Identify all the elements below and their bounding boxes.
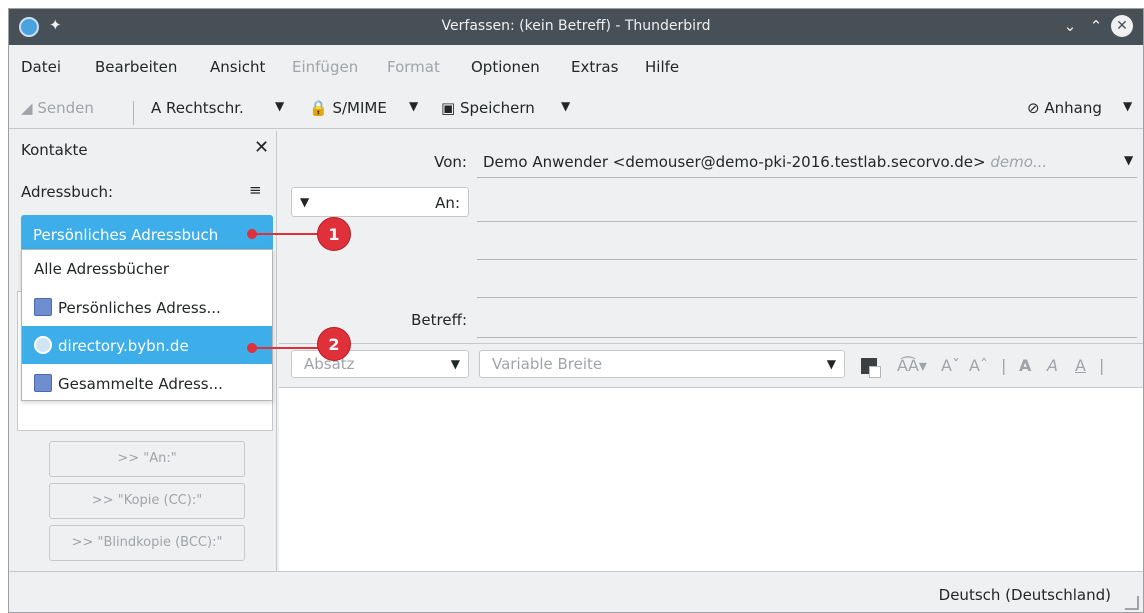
recipient-type-select[interactable]: ▼ An: <box>291 187 469 217</box>
callout-line <box>252 347 320 349</box>
font-select[interactable]: Variable Breite ▼ <box>479 350 845 378</box>
add-to-button[interactable]: >> "An:" <box>49 441 245 477</box>
callout-badge-1: 1 <box>317 217 351 251</box>
add-cc-button[interactable]: >> "Kopie (CC):" <box>49 483 245 519</box>
compose-area: Von: Demo Anwender <demouser@demo-pki-20… <box>279 131 1143 571</box>
resize-grip-icon[interactable] <box>1125 596 1139 610</box>
chevron-down-icon: ▼ <box>826 357 836 371</box>
italic-icon[interactable]: A <box>1047 356 1058 375</box>
smime-button[interactable]: 🔒 S/MIME <box>309 99 387 117</box>
subject-field[interactable] <box>477 337 1137 338</box>
language-status[interactable]: Deutsch (Deutschland) <box>939 586 1111 604</box>
dropdown-item-collected[interactable]: Gesammelte Adress... <box>22 364 272 402</box>
to-field[interactable] <box>477 221 1137 222</box>
attach-dropdown-icon[interactable]: ▼ <box>1123 99 1132 113</box>
dropdown-item-directory[interactable]: directory.bybn.de <box>22 326 272 364</box>
recipient-field[interactable] <box>477 297 1137 298</box>
menu-datei[interactable]: Datei <box>21 58 61 76</box>
close-icon[interactable]: ✕ <box>1111 15 1133 37</box>
toolbar-separator <box>133 101 134 125</box>
divider <box>477 177 1137 178</box>
dropdown-item-all[interactable]: Alle Adressbücher <box>22 250 272 288</box>
ldap-directory-icon <box>34 336 52 354</box>
separator-icon: | <box>1099 356 1105 375</box>
menu-extras[interactable]: Extras <box>571 58 618 76</box>
chevron-down-icon[interactable]: ▼ <box>1124 153 1133 167</box>
menu-hilfe[interactable]: Hilfe <box>645 58 679 76</box>
spellcheck-icon: A <box>151 99 162 117</box>
callout-line <box>252 233 320 235</box>
separator-icon: | <box>1001 356 1007 375</box>
save-dropdown-icon[interactable]: ▼ <box>561 99 570 113</box>
dropdown-item-personal[interactable]: Persönliches Adress... <box>22 288 272 326</box>
close-icon[interactable]: ✕ <box>254 137 269 158</box>
send-button[interactable]: ◢ Senden <box>21 99 94 117</box>
compose-toolbar: ◢ Senden A Rechtschr. ▼ 🔒 S/MIME ▼ ▣ Spe… <box>9 89 1143 129</box>
format-toolbar: Absatz ▼ Variable Breite ▼ A͡A▾ Aˇ Aˆ | … <box>279 343 1143 381</box>
lock-icon: 🔒 <box>309 99 328 117</box>
font-size-icon[interactable]: A͡A▾ <box>897 356 927 375</box>
underline-icon[interactable]: A <box>1075 356 1086 375</box>
status-bar: Deutsch (Deutschland) <box>9 571 1143 612</box>
recipient-field[interactable] <box>477 259 1137 260</box>
send-icon: ◢ <box>21 99 33 117</box>
addressbook-icon <box>34 298 52 316</box>
addressbook-icon <box>34 374 52 392</box>
subject-label: Betreff: <box>411 311 467 329</box>
attach-button[interactable]: ⊘ Anhang <box>1027 99 1102 117</box>
menu-einfuegen[interactable]: Einfügen <box>292 58 358 76</box>
paperclip-icon: ⊘ <box>1027 99 1040 117</box>
menu-optionen[interactable]: Optionen <box>471 58 540 76</box>
menu-format[interactable]: Format <box>387 58 440 76</box>
add-bcc-button[interactable]: >> "Blindkopie (BCC):" <box>49 525 245 561</box>
from-field[interactable]: Demo Anwender <demouser@demo-pki-2016.te… <box>483 153 1047 171</box>
spellcheck-dropdown-icon[interactable]: ▼ <box>275 99 284 113</box>
increase-font-icon[interactable]: Aˆ <box>969 356 988 375</box>
menu-bar: Datei Bearbeiten Ansicht Einfügen Format… <box>9 45 1143 81</box>
title-bar: ✦ Verfassen: (kein Betreff) - Thunderbir… <box>9 9 1143 45</box>
callout-badge-2: 2 <box>317 327 351 361</box>
chevron-down-icon: ▼ <box>300 195 310 209</box>
chevron-down-icon: ▼ <box>450 357 460 371</box>
from-label: Von: <box>434 153 467 171</box>
menu-icon[interactable]: ≡ <box>249 181 262 199</box>
decrease-font-icon[interactable]: Aˇ <box>941 356 960 375</box>
save-button[interactable]: ▣ Speichern <box>441 99 535 117</box>
menu-bearbeiten[interactable]: Bearbeiten <box>95 58 177 76</box>
message-body[interactable] <box>279 387 1143 571</box>
paragraph-format-select[interactable]: Absatz ▼ <box>291 350 469 378</box>
window-title: Verfassen: (kein Betreff) - Thunderbird <box>441 18 711 34</box>
smime-dropdown-icon[interactable]: ▼ <box>409 99 418 113</box>
addressbook-dropdown: Alle Adressbücher Persönliches Adress...… <box>21 249 273 401</box>
bold-icon[interactable]: A <box>1019 356 1031 375</box>
menu-ansicht[interactable]: Ansicht <box>210 58 265 76</box>
sidebar-title: Kontakte <box>21 141 88 159</box>
minimize-icon[interactable]: ⌄ <box>1059 15 1081 37</box>
addressbook-label: Adressbuch: <box>21 183 114 201</box>
compose-window: ✦ Verfassen: (kein Betreff) - Thunderbir… <box>8 8 1144 613</box>
background-color-icon[interactable] <box>869 366 881 378</box>
spellcheck-button[interactable]: A Rechtschr. <box>151 99 244 117</box>
maximize-icon[interactable]: ⌃ <box>1085 15 1107 37</box>
save-icon: ▣ <box>441 99 456 117</box>
